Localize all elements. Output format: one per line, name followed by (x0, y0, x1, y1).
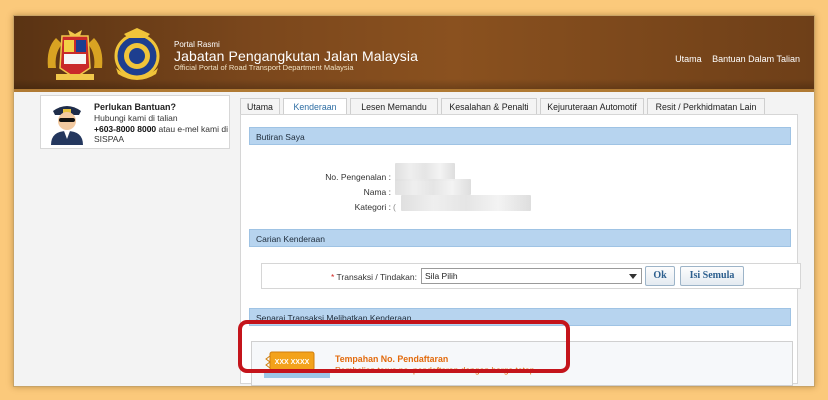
help-title: Perlukan Bantuan? (94, 102, 177, 112)
help-line1: Hubungi kami di talian (94, 113, 178, 123)
ok-button[interactable]: Ok (645, 266, 675, 286)
ticket-text: XXX XXXX (275, 359, 310, 366)
top-nav: Utama Bantuan Dalam Talian (667, 54, 800, 64)
tab-kesalahan-penalti[interactable]: Kesalahan & Penalti (441, 98, 537, 114)
chevron-down-icon (629, 274, 637, 279)
nav-bantuan-dalam-talian[interactable]: Bantuan Dalam Talian (712, 54, 800, 64)
redacted-kategori (401, 195, 531, 211)
main-panel: Butiran Saya No. Pengenalan : Nama : Kat… (240, 114, 801, 386)
transaksi-select[interactable]: Sila Pilih (421, 268, 642, 284)
section-senarai-transaksi: Senarai Transaksi Melibatkan Kenderaan (249, 308, 791, 326)
tab-utama[interactable]: Utama (240, 98, 280, 114)
transaction-item[interactable]: XXX XXXX Tempahan No. Pendaftaran Pembel… (251, 341, 793, 386)
label-transaksi: * Transaksi / Tindakan: (272, 272, 417, 282)
section-carian-kenderaan: Carian Kenderaan (249, 229, 791, 247)
tab-lesen-memandu[interactable]: Lesen Memandu (350, 98, 438, 114)
search-form: * Transaksi / Tindakan: Sila Pilih Ok Is… (261, 263, 801, 289)
nav-utama[interactable]: Utama (675, 54, 702, 64)
jpj-emblem-icon (114, 28, 160, 80)
isi-semula-button[interactable]: Isi Semula (680, 266, 744, 286)
redacted-nama (395, 179, 471, 195)
help-phone[interactable]: +603-8000 8000 (94, 124, 156, 134)
tempahan-description: Pembelian terus no. pendaftaran dengan h… (335, 365, 537, 375)
portal-title: Jabatan Pengangkutan Jalan Malaysia (174, 48, 419, 64)
help-text: Hubungi kami di talian +603-8000 8000 at… (94, 113, 229, 145)
malaysia-coat-of-arms-icon (47, 30, 103, 80)
tab-resit-perkhidmatan-lain[interactable]: Resit / Perkhidmatan Lain (647, 98, 765, 114)
officer-avatar-icon (51, 106, 83, 145)
plate-ticket-icon: XXX XXXX (264, 351, 330, 378)
transaksi-select-value: Sila Pilih (425, 271, 458, 281)
label-transaksi-text: Transaksi / Tindakan: (334, 272, 417, 282)
tab-kenderaan[interactable]: Kenderaan (283, 98, 347, 115)
label-no-pengenalan: No. Pengenalan : (325, 172, 391, 182)
tab-kejuruteraan-automotif[interactable]: Kejuruteraan Automotif (540, 98, 644, 114)
browser-frame: Portal Rasmi Jabatan Pengangkutan Jalan … (13, 15, 815, 387)
tempahan-link[interactable]: Tempahan No. Pendaftaran (335, 354, 448, 364)
label-kategori: Kategori : (354, 202, 391, 212)
section-butiran-saya: Butiran Saya (249, 127, 791, 145)
site-header: Portal Rasmi Jabatan Pengangkutan Jalan … (14, 16, 814, 92)
portal-subtitle: Official Portal of Road Transport Depart… (174, 63, 354, 72)
label-nama: Nama : (363, 187, 391, 197)
help-box: Perlukan Bantuan? Hubungi kami di talian… (40, 95, 230, 149)
kategori-prefix: ( (393, 202, 396, 212)
